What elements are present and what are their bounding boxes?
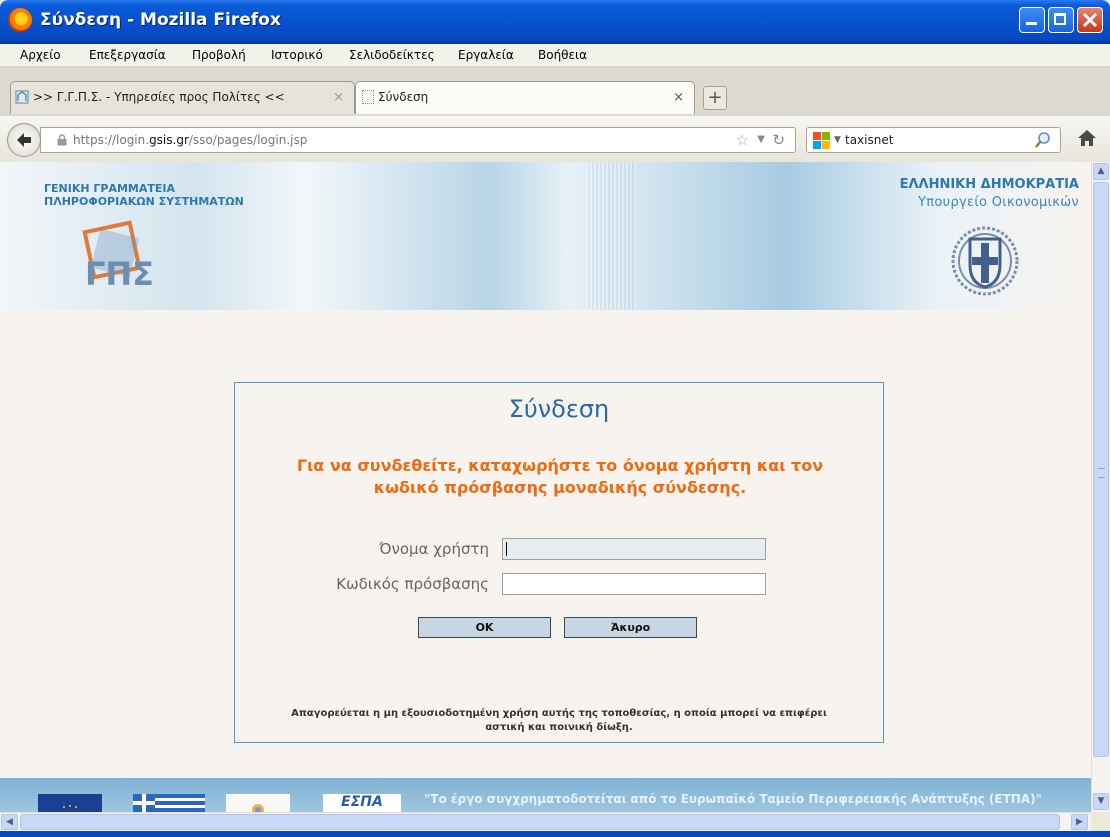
org-name-line1: ΓΕΝΙΚΗ ΓΡΑΜΜΑΤΕΙΑ (44, 182, 175, 195)
search-bar[interactable]: ▼ taxisnet (806, 127, 1061, 153)
ministry-header-line1: ΕΛΛΗΝΙΚΗ ΔΗΜΟΚΡΑΤΙΑ (899, 177, 1079, 192)
url-bar[interactable]: https://login.gsis.gr/sso/pages/login.js… (40, 127, 796, 153)
page-content: ΓΕΝΙΚΗ ΓΡΑΜΜΑΤΕΙΑ ΠΛΗΡΟΦΟΡΙΑΚΩΝ ΣΥΣΤΗΜΑΤ… (0, 162, 1091, 812)
bookmark-star-icon[interactable]: ☆ (736, 131, 749, 149)
login-form: Σύνδεση Για να συνδεθείτε, καταχωρήστε τ… (234, 382, 884, 743)
search-engine-icon (813, 132, 830, 149)
tab-bar: >> Γ.Γ.Π.Σ. - Υπηρεσίες προς Πολίτες << … (0, 67, 1110, 116)
url-text: https://login.gsis.gr/sso/pages/login.js… (73, 133, 308, 147)
text-caret (506, 542, 507, 556)
close-window-button[interactable] (1077, 7, 1103, 33)
ok-button[interactable]: OK (418, 617, 551, 638)
password-input[interactable] (502, 573, 766, 595)
firefox-window: Σύνδεση - Mozilla Firefox Αρχείο Επεξεργ… (0, 0, 1110, 837)
login-instructions: Για να συνδεθείτε, καταχωρήστε το όνομα … (296, 456, 824, 497)
ministry-header-line2: Υπουργείο Οικονομικών (918, 195, 1079, 210)
menu-view[interactable]: Προβολή (192, 48, 246, 62)
vertical-scrollbar[interactable]: ▲ ▼ (1091, 162, 1110, 812)
scroll-left-icon[interactable]: ◀ (1, 814, 18, 830)
horizontal-scrollbar[interactable]: ◀ ▶ (0, 812, 1091, 831)
org-name-line2: ΠΛΗΡΟΦΟΡΙΑΚΩΝ ΣΥΣΤΗΜΑΤΩΝ (44, 195, 244, 208)
engine-dropdown-icon[interactable]: ▼ (834, 135, 841, 145)
search-icon[interactable] (1034, 131, 1052, 149)
legal-notice: Απαγορεύεται η μη εξουσιοδοτημένη χρήση … (291, 708, 827, 733)
gsis-logo-icon: ΓΠΣ (82, 220, 154, 293)
cancel-button[interactable]: Άκυρο (564, 617, 697, 638)
menu-file[interactable]: Αρχείο (20, 48, 61, 62)
tab-label: Σύνδεση (378, 90, 429, 104)
minimize-button[interactable] (1019, 7, 1045, 33)
home-icon[interactable] (1077, 128, 1097, 148)
scroll-right-icon[interactable]: ▶ (1071, 814, 1088, 830)
lock-icon (57, 134, 67, 146)
program-logo-icon (226, 794, 290, 812)
footer-strip: ΕΣΠΑ "Το έργο συγχρηματοδοτείται από το … (0, 778, 1091, 812)
tab-login[interactable]: Σύνδεση × (355, 81, 695, 114)
menu-bookmarks[interactable]: Σελιδοδείκτες (349, 48, 435, 62)
maximize-button[interactable] (1048, 7, 1074, 33)
svg-text:ΓΠΣ: ΓΠΣ (85, 255, 154, 293)
firefox-logo-icon (8, 8, 32, 32)
greek-flag-icon (133, 794, 205, 812)
new-tab-button[interactable]: + (703, 86, 727, 110)
tab-close-icon[interactable]: × (333, 90, 344, 105)
reload-icon[interactable]: ↻ (772, 131, 785, 149)
hellenic-emblem-icon (951, 226, 1019, 296)
vertical-scroll-thumb[interactable] (1093, 182, 1109, 757)
password-label: Κωδικός πρόσβασης (336, 575, 489, 593)
username-label: Όνομα χρήστη (379, 540, 489, 558)
banner-decoration (586, 162, 636, 310)
navigation-bar: https://login.gsis.gr/sso/pages/login.js… (0, 116, 1110, 163)
horizontal-scroll-thumb[interactable] (20, 814, 1060, 830)
tab-label: >> Γ.Γ.Π.Σ. - Υπηρεσίες προς Πολίτες << (33, 90, 285, 104)
tab-services[interactable]: >> Γ.Γ.Π.Σ. - Υπηρεσίες προς Πολίτες << … (10, 81, 355, 114)
funding-notice: "Το έργο συγχρηματοδοτείται από το Ευρωπ… (424, 792, 1042, 806)
menu-edit[interactable]: Επεξεργασία (89, 48, 166, 62)
close-icon (1082, 12, 1098, 28)
scroll-grip-icon (1098, 468, 1105, 478)
search-input[interactable]: taxisnet (845, 133, 893, 147)
back-button[interactable] (7, 123, 41, 157)
scroll-down-icon[interactable]: ▼ (1093, 793, 1109, 810)
espa-logo: ΕΣΠΑ (323, 794, 401, 812)
scroll-up-icon[interactable]: ▲ (1093, 163, 1109, 180)
blank-page-icon (362, 90, 374, 104)
back-arrow-icon (17, 133, 31, 147)
window-title: Σύνδεση - Mozilla Firefox (40, 10, 281, 30)
maximize-icon (1054, 13, 1066, 25)
minimize-icon (1026, 22, 1037, 25)
menu-tools[interactable]: Εργαλεία (458, 48, 514, 62)
title-bar[interactable]: Σύνδεση - Mozilla Firefox (0, 0, 1110, 44)
history-dropdown-icon[interactable]: ▼ (757, 134, 765, 145)
username-input[interactable] (502, 538, 766, 560)
menu-history[interactable]: Ιστορικό (271, 48, 323, 62)
login-title: Σύνδεση (508, 395, 610, 423)
resize-grip-icon[interactable] (1091, 812, 1110, 831)
gsis-favicon-icon (15, 90, 29, 104)
menu-bar: Αρχείο Επεξεργασία Προβολή Ιστορικό Σελι… (0, 44, 1110, 67)
window-frame-bottom (0, 831, 1110, 837)
header-banner: ΓΕΝΙΚΗ ΓΡΑΜΜΑΤΕΙΑ ΠΛΗΡΟΦΟΡΙΑΚΩΝ ΣΥΣΤΗΜΑΤ… (0, 162, 1091, 310)
tab-close-icon[interactable]: × (673, 90, 684, 105)
menu-help[interactable]: Βοήθεια (538, 48, 587, 62)
eu-flag-icon (38, 794, 102, 812)
